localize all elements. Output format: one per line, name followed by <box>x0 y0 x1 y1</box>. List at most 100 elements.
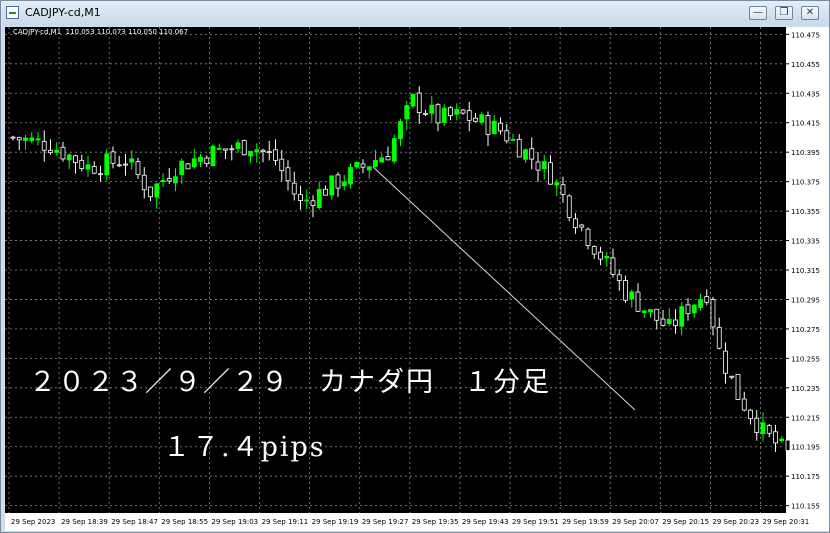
price-tick-label: 110.455 <box>791 61 820 69</box>
candle-bull <box>410 93 416 107</box>
candle-bear <box>148 186 153 198</box>
chart-window-icon <box>6 6 19 19</box>
candle-bear <box>598 251 603 260</box>
candle-bear <box>291 182 297 195</box>
annotation-date-title: ２０２３／９／２９ カナダ円 １分足 <box>29 367 551 398</box>
price-tick-label: 110.215 <box>791 414 820 422</box>
time-tick-label: 29 Sep 20:23 <box>712 518 759 526</box>
price-tick-label: 110.475 <box>791 31 820 39</box>
candle-bear <box>273 149 278 161</box>
candle-bear <box>735 373 741 400</box>
candle-bear <box>285 167 291 182</box>
candle-bull <box>391 138 397 162</box>
candle-bear <box>335 174 341 189</box>
candle-bull <box>154 183 160 198</box>
candle-bull <box>179 160 185 175</box>
candle-bear <box>298 194 303 201</box>
candle-bear <box>535 161 541 171</box>
time-tick-label: 29 Sep 19:59 <box>562 518 609 526</box>
candle-bear <box>466 110 472 121</box>
candle-bull <box>129 158 135 163</box>
candle-bull <box>491 120 497 135</box>
candle-bull <box>398 121 403 139</box>
candle-bull <box>198 156 203 162</box>
candle-bear <box>498 122 503 132</box>
candle-bull <box>254 149 260 153</box>
candlestick-chart-svg[interactable]: 110.475 110.455 110.435 110.415 110.395 110.3… <box>5 27 829 531</box>
price-tick-label: 110.175 <box>791 473 820 481</box>
candle-bear <box>123 163 128 166</box>
minimize-button[interactable]: — <box>749 6 767 20</box>
candle-bull <box>173 176 178 184</box>
candle-bull <box>373 160 378 167</box>
candle-bull <box>23 137 28 141</box>
candle-bear <box>91 166 97 174</box>
candle-bull <box>679 306 685 327</box>
candle-bull <box>348 167 353 185</box>
price-tick-label: 110.415 <box>791 120 820 128</box>
candle-bear <box>98 173 103 176</box>
candle-bear <box>766 425 772 434</box>
candle-bear <box>279 158 285 172</box>
candle-bear <box>610 257 616 275</box>
candle-bear <box>710 299 716 328</box>
candle-bull <box>429 104 435 114</box>
candle-bear <box>623 280 628 301</box>
candle-bull <box>541 161 547 170</box>
candle-bear <box>773 431 778 444</box>
annotation-pips: １７.４pips <box>163 432 326 463</box>
candle-bear <box>435 104 441 124</box>
candle-bear <box>360 163 366 168</box>
candle-bear <box>579 224 585 228</box>
candle-bear <box>204 157 210 165</box>
candle-bear <box>223 148 228 151</box>
candle-bear <box>41 141 47 151</box>
time-tick-label: 29 Sep 19:35 <box>412 518 459 526</box>
candle-bull <box>441 107 447 123</box>
time-tick-label: 29 Sep 19:51 <box>512 518 559 526</box>
price-tick-label: 110.195 <box>791 444 820 452</box>
candle-bull <box>216 147 222 150</box>
candle-bull <box>29 137 35 141</box>
candle-bear <box>504 130 510 142</box>
candle-bear <box>660 318 666 326</box>
candle-bear <box>473 117 478 122</box>
candle-bear <box>635 291 641 312</box>
time-tick-label: 29 Sep 18:55 <box>161 518 208 526</box>
candle-bear <box>310 200 316 207</box>
time-tick-label: 29 Sep 19:27 <box>362 518 409 526</box>
candle-bear <box>548 162 553 185</box>
candle-bull <box>641 310 647 313</box>
candle-bull <box>760 422 766 435</box>
candle-bull <box>523 149 528 160</box>
price-tick-label: 110.235 <box>791 385 820 393</box>
candle-bear <box>385 156 391 161</box>
time-tick-label: 29 Sep 20:07 <box>612 518 659 526</box>
chart-info-header: CADJPY-cd,M1 110.053 110.073 110.050 110… <box>13 28 189 36</box>
candle-bear <box>10 136 16 139</box>
price-chart[interactable]: 110.475 110.455 110.435 110.415 110.395 110.3… <box>5 27 829 531</box>
candle-bull <box>379 157 385 163</box>
candle-bear <box>73 155 78 164</box>
candle-bull <box>316 189 322 209</box>
candle-bull <box>104 153 110 176</box>
price-tick-label: 110.335 <box>791 238 820 246</box>
window-titlebar[interactable]: CADJPY-cd,M1 — ❐ ✕ <box>1 1 829 25</box>
candle-bull <box>648 309 653 313</box>
candle-bear <box>423 113 428 115</box>
candle-bull <box>629 291 635 300</box>
candle-bull <box>304 199 310 202</box>
candle-bear <box>416 92 422 114</box>
price-tick-label: 110.295 <box>791 296 820 304</box>
candle-bear <box>673 319 678 327</box>
candle-bear <box>229 148 235 151</box>
candle-bear <box>748 409 753 420</box>
candle-bear <box>585 228 591 246</box>
candle-bear <box>741 398 747 411</box>
restore-button[interactable]: ❐ <box>775 6 793 20</box>
candle-bear <box>135 161 141 176</box>
candle-bear <box>323 188 328 196</box>
candle-bull <box>510 138 516 141</box>
close-button[interactable]: ✕ <box>801 6 819 20</box>
time-tick-label: 29 Sep 2023 <box>11 518 55 526</box>
